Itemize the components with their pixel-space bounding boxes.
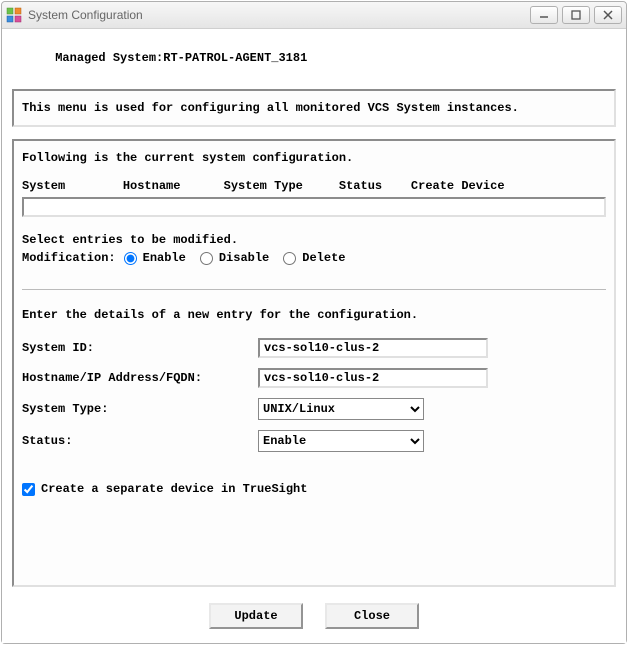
- separator: [22, 289, 606, 290]
- maximize-button[interactable]: [562, 6, 590, 24]
- system-id-label: System ID:: [22, 341, 258, 355]
- info-box: This menu is used for configuring all mo…: [12, 89, 616, 127]
- system-type-label: System Type:: [22, 402, 258, 416]
- client-area: Managed System:RT-PATROL-AGENT_3181 This…: [2, 29, 626, 643]
- mod-radio-delete[interactable]: [283, 252, 296, 265]
- system-type-select[interactable]: UNIX/Linux: [258, 398, 424, 420]
- config-panel: Following is the current system configur…: [12, 139, 616, 587]
- col-hostname: Hostname: [123, 179, 181, 193]
- button-bar: Update Close: [10, 589, 618, 639]
- table-headers: System Hostname System Type Status Creat…: [22, 179, 606, 193]
- close-dialog-button[interactable]: Close: [325, 603, 419, 629]
- col-system: System: [22, 179, 65, 193]
- panel-intro: Following is the current system configur…: [22, 151, 606, 165]
- mod-radio-enable[interactable]: [124, 252, 137, 265]
- col-status: Status: [339, 179, 382, 193]
- mod-radio-delete-label: Delete: [302, 251, 345, 265]
- hostname-label: Hostname/IP Address/FQDN:: [22, 371, 258, 385]
- modification-label: Modification:: [22, 251, 116, 265]
- minimize-button[interactable]: [530, 6, 558, 24]
- modification-row: Modification: Enable Disable Delete: [22, 251, 606, 265]
- managed-system-prefix: Managed System:: [55, 51, 163, 65]
- window-frame: System Configuration Managed System:RT-P…: [1, 1, 627, 644]
- window-title: System Configuration: [28, 8, 143, 22]
- mod-radio-disable[interactable]: [200, 252, 213, 265]
- update-button[interactable]: Update: [209, 603, 303, 629]
- select-entries-label: Select entries to be modified.: [22, 233, 606, 247]
- detail-intro: Enter the details of a new entry for the…: [22, 308, 606, 322]
- managed-system-name: RT-PATROL-AGENT_3181: [163, 51, 307, 65]
- status-label: Status:: [22, 434, 258, 448]
- col-create-device: Create Device: [411, 179, 505, 193]
- create-device-checkbox[interactable]: [22, 483, 35, 496]
- hostname-input[interactable]: [258, 368, 488, 388]
- status-select[interactable]: Enable: [258, 430, 424, 452]
- col-system-type: System Type: [224, 179, 303, 193]
- mod-radio-enable-label: Enable: [143, 251, 186, 265]
- system-id-input[interactable]: [258, 338, 488, 358]
- app-icon: [6, 7, 22, 23]
- titlebar: System Configuration: [2, 2, 626, 29]
- mod-radio-disable-label: Disable: [219, 251, 269, 265]
- managed-system-heading: Managed System:RT-PATROL-AGENT_3181: [12, 37, 616, 79]
- entries-list[interactable]: [22, 197, 606, 217]
- create-device-label: Create a separate device in TrueSight: [41, 482, 307, 496]
- close-button[interactable]: [594, 6, 622, 24]
